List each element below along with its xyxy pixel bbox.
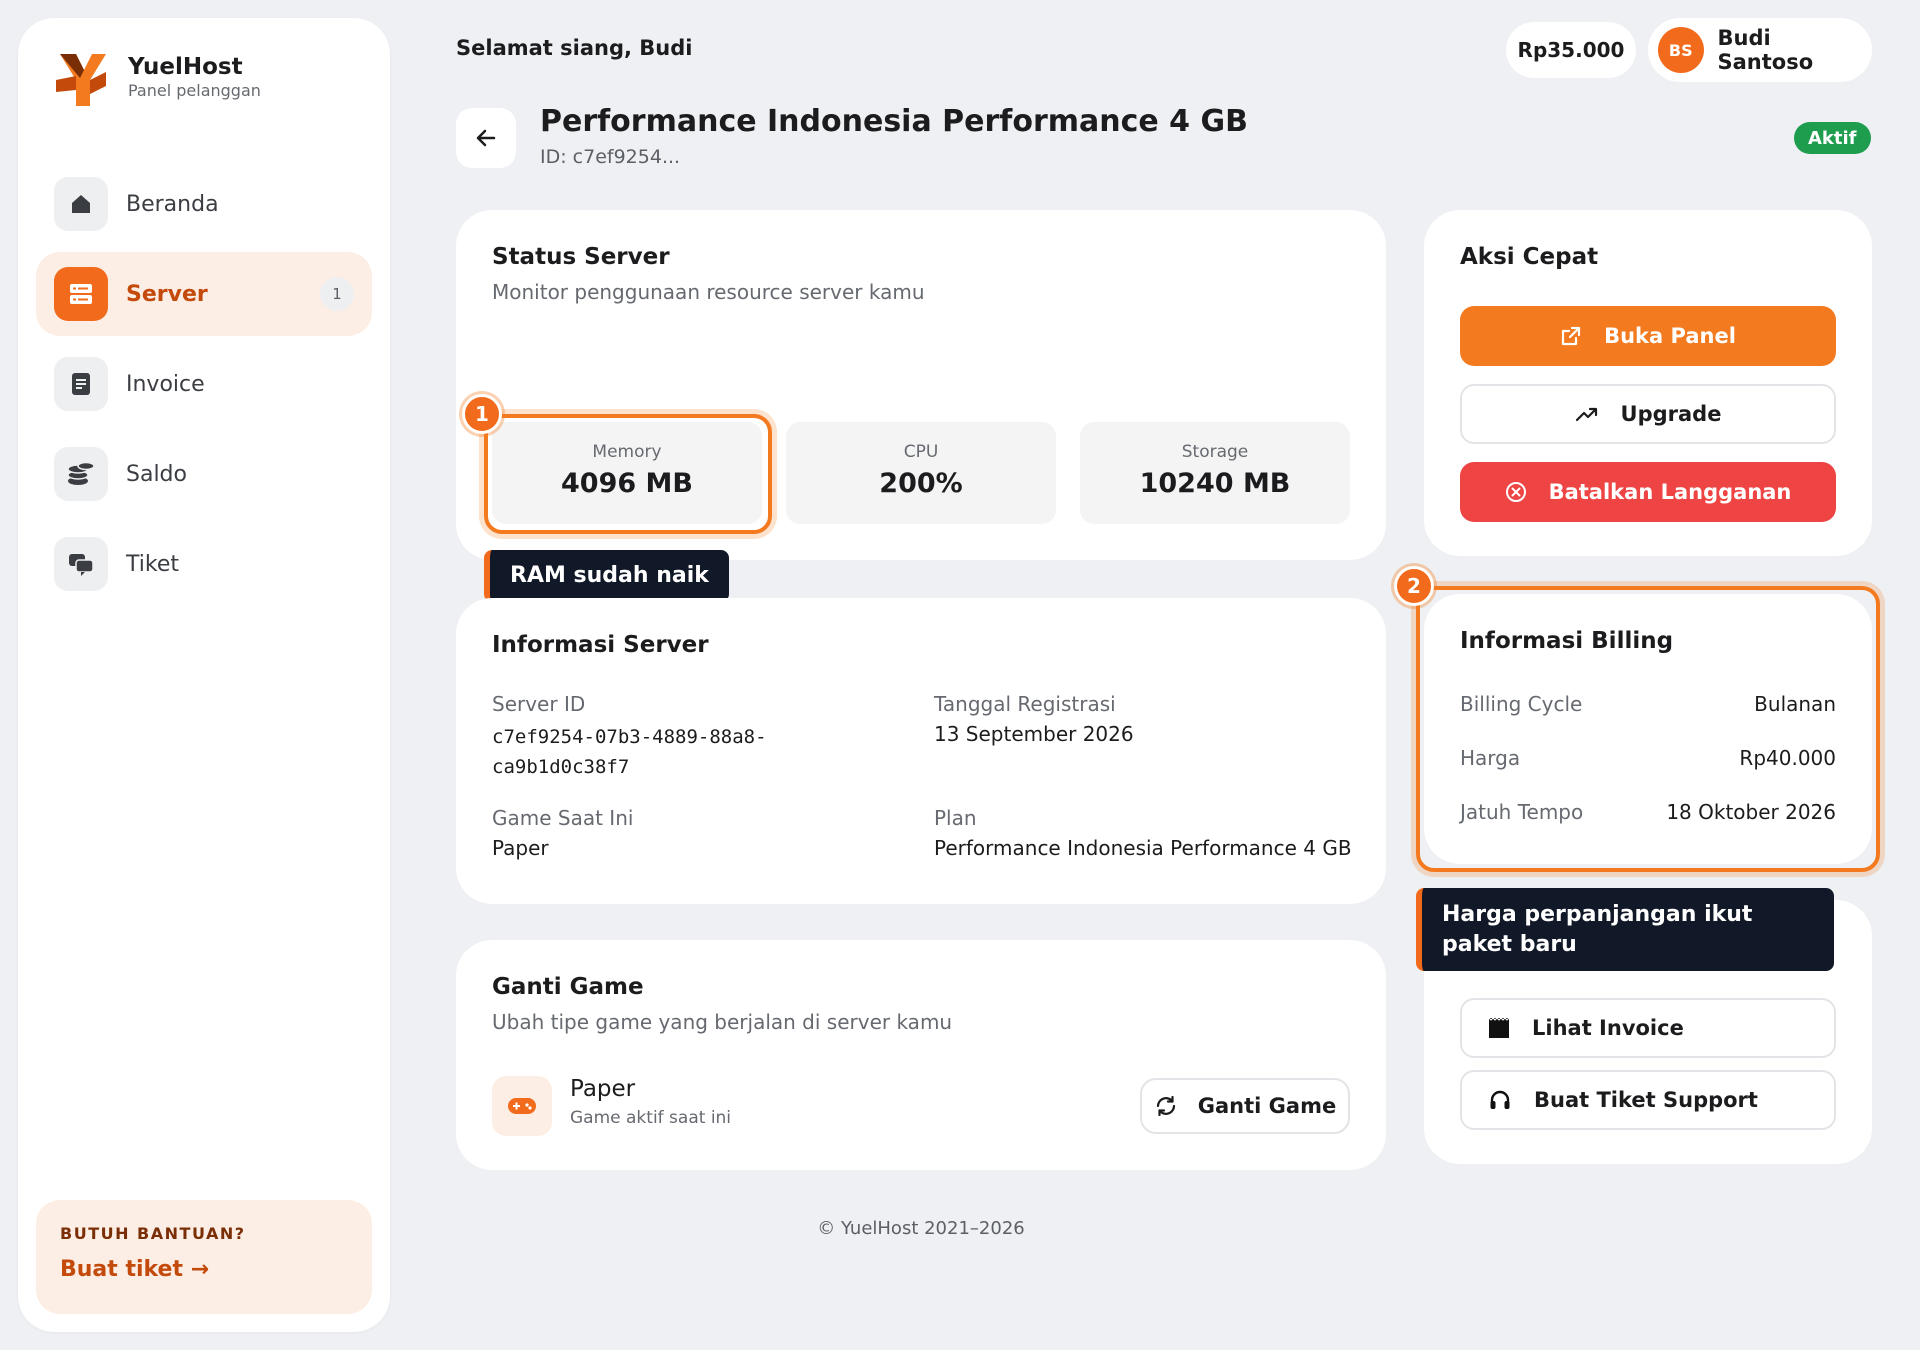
server-id-label: Server ID: [492, 692, 586, 716]
sidebar-item-tiket[interactable]: Tiket: [36, 522, 372, 606]
brand-name: YuelHost: [128, 53, 243, 80]
info-server-card: Informasi Server Server ID c7ef9254-07b3…: [456, 598, 1386, 904]
sidebar-item-server[interactable]: Server 1: [36, 252, 372, 336]
sidebar: YuelHost Panel pelanggan Beranda Server …: [18, 18, 390, 1332]
home-icon: [54, 177, 108, 231]
annotation-tooltip: Harga perpanjangan ikut paket baru: [1416, 888, 1834, 972]
upgrade-button[interactable]: Upgrade: [1460, 384, 1836, 444]
buka-panel-button[interactable]: Buka Panel: [1460, 306, 1836, 366]
server-icon: [54, 267, 108, 321]
chat-icon: [54, 537, 108, 591]
resource-label: CPU: [903, 442, 939, 462]
headset-icon: [1488, 1088, 1512, 1112]
game-name: Paper: [570, 1076, 636, 1102]
avatar: BS: [1658, 27, 1704, 73]
sidebar-item-invoice[interactable]: Invoice: [36, 342, 372, 426]
yuelhost-logo-icon: [56, 54, 106, 106]
sidebar-item-label: Beranda: [126, 191, 219, 217]
status-badge: Aktif: [1794, 122, 1871, 154]
batalkan-langganan-button[interactable]: Batalkan Langganan: [1460, 462, 1836, 522]
annotation-tooltip: RAM sudah naik: [484, 550, 729, 602]
ganti-game-button[interactable]: Ganti Game: [1140, 1078, 1350, 1134]
resource-value: 200%: [879, 468, 963, 499]
game-icon-box: [492, 1076, 552, 1136]
footer-copyright: © YuelHost 2021–2026: [817, 1218, 1025, 1239]
server-id-line: ca9b1d0c38f7: [492, 756, 630, 779]
buat-tiket-support-button[interactable]: Buat Tiket Support: [1460, 1070, 1836, 1130]
sidebar-item-label: Saldo: [126, 461, 187, 487]
gamepad-icon: [508, 1098, 536, 1114]
plan-label: Plan: [934, 806, 977, 830]
user-name: Budi Santoso: [1717, 26, 1814, 74]
page-title: Performance Indonesia Performance 4 GB: [540, 104, 1248, 139]
cancel-circle-icon: [1505, 481, 1527, 503]
annotation-number: 2: [1394, 566, 1434, 606]
create-ticket-link[interactable]: Buat tiket →: [60, 1257, 348, 1282]
resource-label: Storage: [1181, 442, 1249, 462]
resource-storage: Storage 10240 MB: [1080, 422, 1350, 524]
server-id-short: ID: c7ef9254...: [540, 146, 681, 168]
user-menu[interactable]: BS Budi Santoso: [1648, 18, 1872, 82]
ganti-game-card: Ganti Game Ubah tipe game yang berjalan …: [456, 940, 1386, 1170]
batalkan-label: Batalkan Langganan: [1548, 480, 1792, 504]
document-icon: [54, 357, 108, 411]
greeting-text: Selamat siang, Budi: [456, 36, 693, 60]
refresh-icon: [1156, 1095, 1175, 1117]
lihat-invoice-button[interactable]: Lihat Invoice: [1460, 998, 1836, 1058]
current-game-value: Paper: [492, 836, 549, 860]
sidebar-item-label: Invoice: [126, 371, 205, 397]
trending-up-icon: [1575, 406, 1599, 422]
sidebar-item-label: Server: [126, 281, 208, 307]
server-id-value: c7ef9254-07b3-4889-88a8- ca9b1d0c38f7: [492, 722, 767, 783]
invoice-icon: [1488, 1017, 1510, 1039]
help-box: BUTUH BANTUAN? Buat tiket →: [36, 1200, 372, 1314]
card-title: Status Server: [492, 244, 670, 270]
server-count-badge: 1: [320, 277, 354, 311]
coins-icon: [54, 447, 108, 501]
sidebar-nav: Beranda Server 1 Invoice Saldo Tiket: [36, 162, 372, 612]
buat-tiket-support-label: Buat Tiket Support: [1534, 1088, 1758, 1112]
game-subtitle: Game aktif saat ini: [570, 1108, 732, 1128]
brand-subtitle: Panel pelanggan: [128, 81, 261, 101]
ganti-game-label: Ganti Game: [1197, 1094, 1337, 1118]
card-title: Aksi Cepat: [1460, 244, 1599, 270]
card-subtitle: Monitor penggunaan resource server kamu: [492, 280, 925, 304]
sidebar-item-beranda[interactable]: Beranda: [36, 162, 372, 246]
annotation-number: 1: [462, 394, 502, 434]
card-title: Informasi Server: [492, 632, 709, 658]
card-title: Ganti Game: [492, 974, 644, 1000]
plan-value: Performance Indonesia Performance 4 GB: [934, 836, 1352, 860]
resource-cpu: CPU 200%: [786, 422, 1056, 524]
upgrade-label: Upgrade: [1620, 402, 1722, 426]
help-title: BUTUH BANTUAN?: [60, 1224, 246, 1243]
server-id-line: c7ef9254-07b3-4889-88a8-: [492, 726, 767, 748]
arrow-left-icon: [476, 129, 496, 147]
resource-value: 10240 MB: [1139, 468, 1291, 499]
sidebar-item-saldo[interactable]: Saldo: [36, 432, 372, 516]
current-game-label: Game Saat Ini: [492, 806, 634, 830]
lihat-invoice-label: Lihat Invoice: [1532, 1016, 1684, 1040]
external-link-icon: [1560, 325, 1582, 347]
registration-date-value: 13 September 2026: [934, 722, 1134, 746]
card-subtitle: Ubah tipe game yang berjalan di server k…: [492, 1010, 953, 1034]
buka-panel-label: Buka Panel: [1604, 324, 1736, 348]
highlight-memory: [484, 414, 772, 534]
highlight-billing: [1416, 586, 1880, 872]
aksi-cepat-card: Aksi Cepat Buka Panel Upgrade Batalkan L…: [1424, 210, 1872, 556]
sidebar-item-label: Tiket: [126, 551, 179, 577]
back-button[interactable]: [456, 108, 516, 168]
balance-pill[interactable]: Rp35.000: [1506, 22, 1636, 78]
registration-date-label: Tanggal Registrasi: [934, 692, 1116, 716]
brand[interactable]: YuelHost Panel pelanggan: [50, 46, 261, 110]
